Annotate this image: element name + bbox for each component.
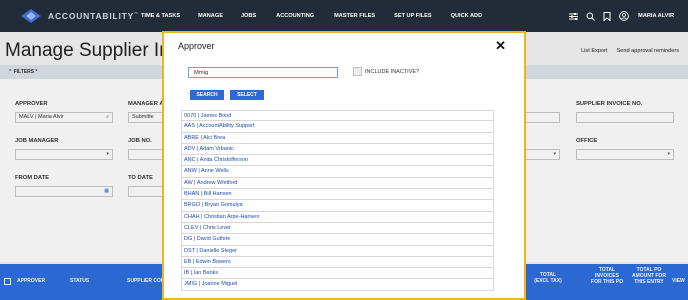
list-item[interactable]: JMIG | Joanne Miguel: [181, 279, 494, 291]
list-item[interactable]: AW | Andrew Whitford: [181, 177, 494, 190]
list-item[interactable]: 0070 | James Bond: [181, 110, 494, 122]
list-item[interactable]: CLEV | Chris Lever: [181, 222, 494, 235]
list-item[interactable]: AAS | AccountAbility Support: [181, 121, 494, 133]
nav-menu: TIME & TASKS MANAGE JOBS ACCOUNTING MAST…: [141, 13, 482, 19]
user-name[interactable]: MARIA ALVIR: [638, 13, 674, 19]
nav-accounting[interactable]: ACCOUNTING: [276, 13, 314, 19]
list-item[interactable]: ABRE | Alci Brea: [181, 132, 494, 144]
list-item[interactable]: CHAH | Christian Arpe-Hansen: [181, 211, 494, 223]
approver-modal: Approver ✕ INCLUDE INACTIVE? SEARCH SELE…: [162, 31, 526, 300]
nav-jobs[interactable]: JOBS: [241, 13, 256, 19]
list-item[interactable]: ADV | Adam Vrbanic: [181, 143, 494, 156]
brand-name: ACCOUNTABILITY™: [48, 11, 139, 21]
include-inactive-label: INCLUDE INACTIVE?: [365, 69, 420, 75]
modal-title: Approver: [178, 41, 215, 51]
list-item[interactable]: BHAN | Bill Hansen: [181, 189, 494, 201]
nav-master-files[interactable]: MASTER FILES: [334, 13, 375, 19]
list-item[interactable]: EB | Edwin Bowers: [181, 256, 494, 269]
logo-diamond-icon: [20, 8, 42, 24]
list-item[interactable]: BRGO | Bryan Gomulya: [181, 200, 494, 212]
approver-list: 0070 | James Bond AAS | AccountAbility S…: [181, 110, 494, 291]
list-item[interactable]: ANW | Anne Wells: [181, 166, 494, 178]
close-icon[interactable]: ✕: [495, 39, 506, 52]
nav-manage[interactable]: MANAGE: [198, 13, 223, 19]
select-button[interactable]: SELECT: [230, 90, 264, 100]
nav-tools: MARIA ALVIR: [568, 0, 674, 32]
nav-quick-add[interactable]: QUICK ADD: [451, 13, 483, 19]
user-avatar-icon[interactable]: [619, 11, 630, 21]
list-item[interactable]: IB | Ian Banks: [181, 268, 494, 280]
filter-sliders-icon[interactable]: [568, 11, 578, 21]
list-item[interactable]: DST | Danielle Steger: [181, 245, 494, 257]
nav-time-tasks[interactable]: TIME & TASKS: [141, 13, 180, 19]
list-item[interactable]: DG | David Guthrie: [181, 234, 494, 246]
brand-logo[interactable]: ACCOUNTABILITY™: [20, 8, 138, 24]
approver-search-input[interactable]: [188, 67, 338, 78]
bookmark-icon[interactable]: [602, 11, 612, 21]
include-inactive-checkbox[interactable]: [353, 67, 362, 76]
top-nav: ACCOUNTABILITY™ TIME & TASKS MANAGE JOBS…: [0, 0, 688, 32]
list-item[interactable]: ANC | Anita Christofferson: [181, 155, 494, 167]
search-icon[interactable]: [585, 11, 595, 21]
nav-set-up-files[interactable]: SET UP FILES: [394, 13, 432, 19]
search-button[interactable]: SEARCH: [190, 90, 224, 100]
